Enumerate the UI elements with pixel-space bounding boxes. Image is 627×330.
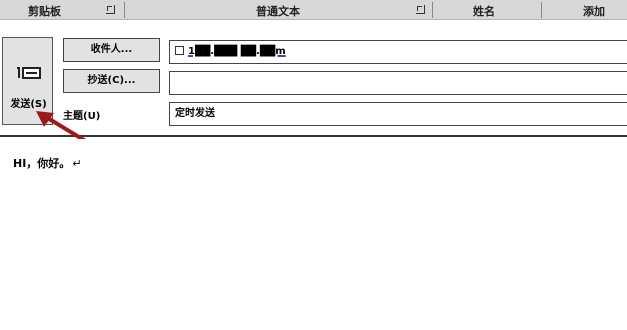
ribbon-divider	[541, 2, 542, 18]
ribbon-group-include: 添加	[583, 5, 605, 18]
basic-text-launcher-icon[interactable]	[416, 5, 425, 14]
send-button[interactable]: 发送(S)	[2, 37, 53, 125]
ribbon-divider	[124, 2, 125, 18]
ribbon-group-bar: 剪贴板 普通文本 姓名 添加	[0, 0, 627, 20]
message-body-text: HI，你好。	[13, 157, 71, 170]
paragraph-mark-icon: ↵	[72, 157, 82, 170]
cc-button[interactable]: 抄送(C)...	[63, 69, 160, 93]
clipboard-launcher-icon[interactable]	[106, 5, 115, 14]
recipient-checkbox-icon	[175, 46, 184, 55]
recipient-address: 1██.███ ██.██m	[188, 46, 286, 57]
ribbon-group-clipboard: 剪贴板	[28, 5, 61, 18]
to-button[interactable]: 收件人...	[63, 38, 160, 62]
ribbon-group-names: 姓名	[473, 5, 495, 18]
cc-field[interactable]	[169, 71, 627, 95]
send-icon	[17, 67, 41, 79]
send-button-label: 发送(S)	[10, 99, 47, 110]
subject-field[interactable]: 定时发送	[169, 102, 627, 126]
ribbon-group-basic-text: 普通文本	[256, 5, 300, 18]
message-body-line: HI，你好。 ↵	[13, 155, 82, 171]
ribbon-divider	[432, 2, 433, 18]
message-body[interactable]: HI，你好。 ↵	[0, 139, 627, 330]
to-field[interactable]: 1██.███ ██.██m	[169, 40, 627, 64]
subject-label: 主题(U)	[63, 111, 101, 122]
